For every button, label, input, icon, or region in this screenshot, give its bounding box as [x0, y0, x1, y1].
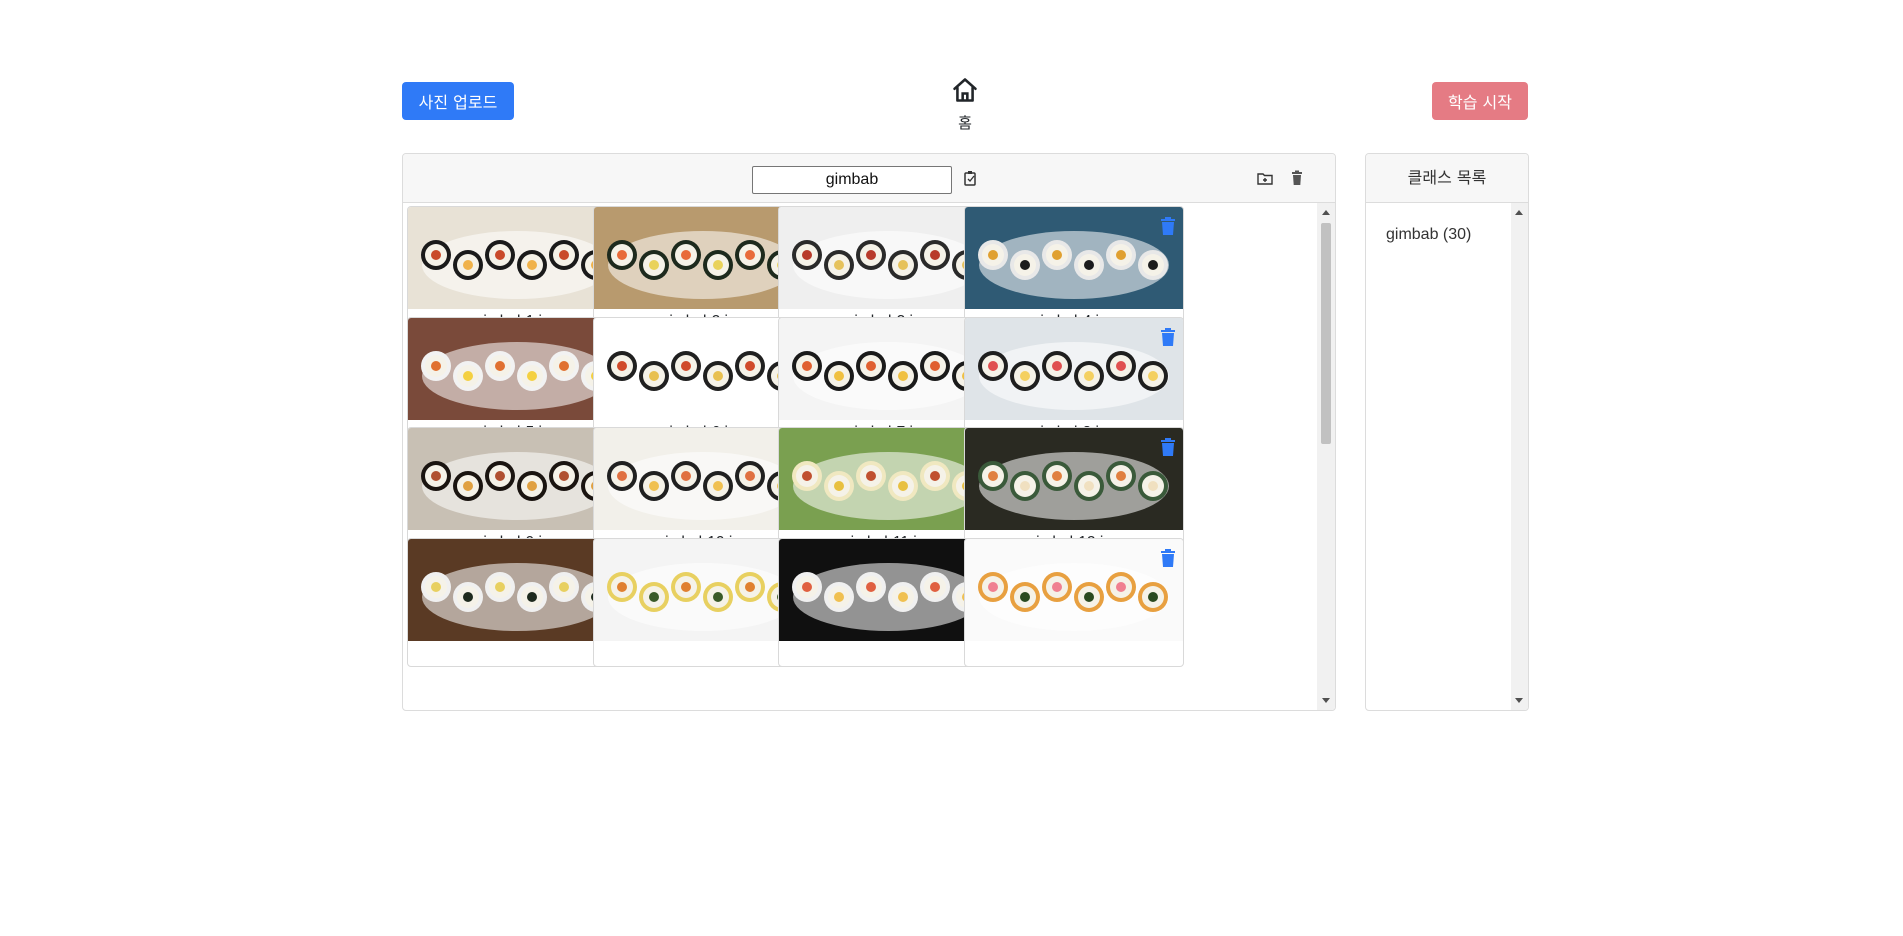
image-thumbnail[interactable]	[965, 539, 1183, 641]
image-thumbnail[interactable]	[965, 207, 1183, 309]
image-card[interactable]: gimbab4.jpg	[964, 206, 1184, 335]
image-panel-header	[403, 154, 1335, 203]
trash-icon[interactable]	[1161, 217, 1175, 235]
image-card[interactable]: gimbab12.jpg	[964, 427, 1184, 556]
image-panel: gimbab1.jpggimbab2.jpggimbab3.jpggimbab4…	[402, 153, 1336, 711]
image-thumbnail[interactable]	[965, 318, 1183, 420]
scroll-up-arrow[interactable]	[1322, 210, 1330, 215]
paste-icon[interactable]	[962, 170, 978, 186]
home-label: 홈	[958, 114, 972, 132]
scrollbar-thumb[interactable]	[1321, 223, 1331, 444]
image-grid: gimbab1.jpggimbab2.jpggimbab3.jpggimbab4…	[403, 203, 1317, 710]
class-list-title: 클래스 목록	[1366, 154, 1528, 203]
scroll-down-arrow[interactable]	[1515, 698, 1523, 703]
image-grid-scrollbar[interactable]	[1317, 203, 1335, 710]
scroll-up-arrow[interactable]	[1515, 210, 1523, 215]
scroll-down-arrow[interactable]	[1322, 698, 1330, 703]
class-item[interactable]: gimbab (30)	[1386, 226, 1471, 244]
upload-photo-button[interactable]: 사진 업로드	[402, 82, 514, 120]
delete-class-icon[interactable]	[1289, 170, 1305, 186]
home-link[interactable]: 홈	[940, 76, 990, 133]
trash-icon[interactable]	[1161, 328, 1175, 346]
home-icon	[953, 78, 977, 102]
class-name-input[interactable]	[752, 166, 952, 194]
image-filename	[965, 641, 1183, 666]
folder-icon[interactable]	[1257, 170, 1273, 186]
class-list-scrollbar[interactable]	[1511, 203, 1528, 710]
trash-icon[interactable]	[1161, 549, 1175, 567]
trash-icon[interactable]	[1161, 438, 1175, 456]
image-card[interactable]	[964, 538, 1184, 667]
image-thumbnail[interactable]	[965, 428, 1183, 530]
start-training-button[interactable]: 학습 시작	[1432, 82, 1528, 120]
class-list-panel: 클래스 목록 gimbab (30)	[1365, 153, 1529, 711]
